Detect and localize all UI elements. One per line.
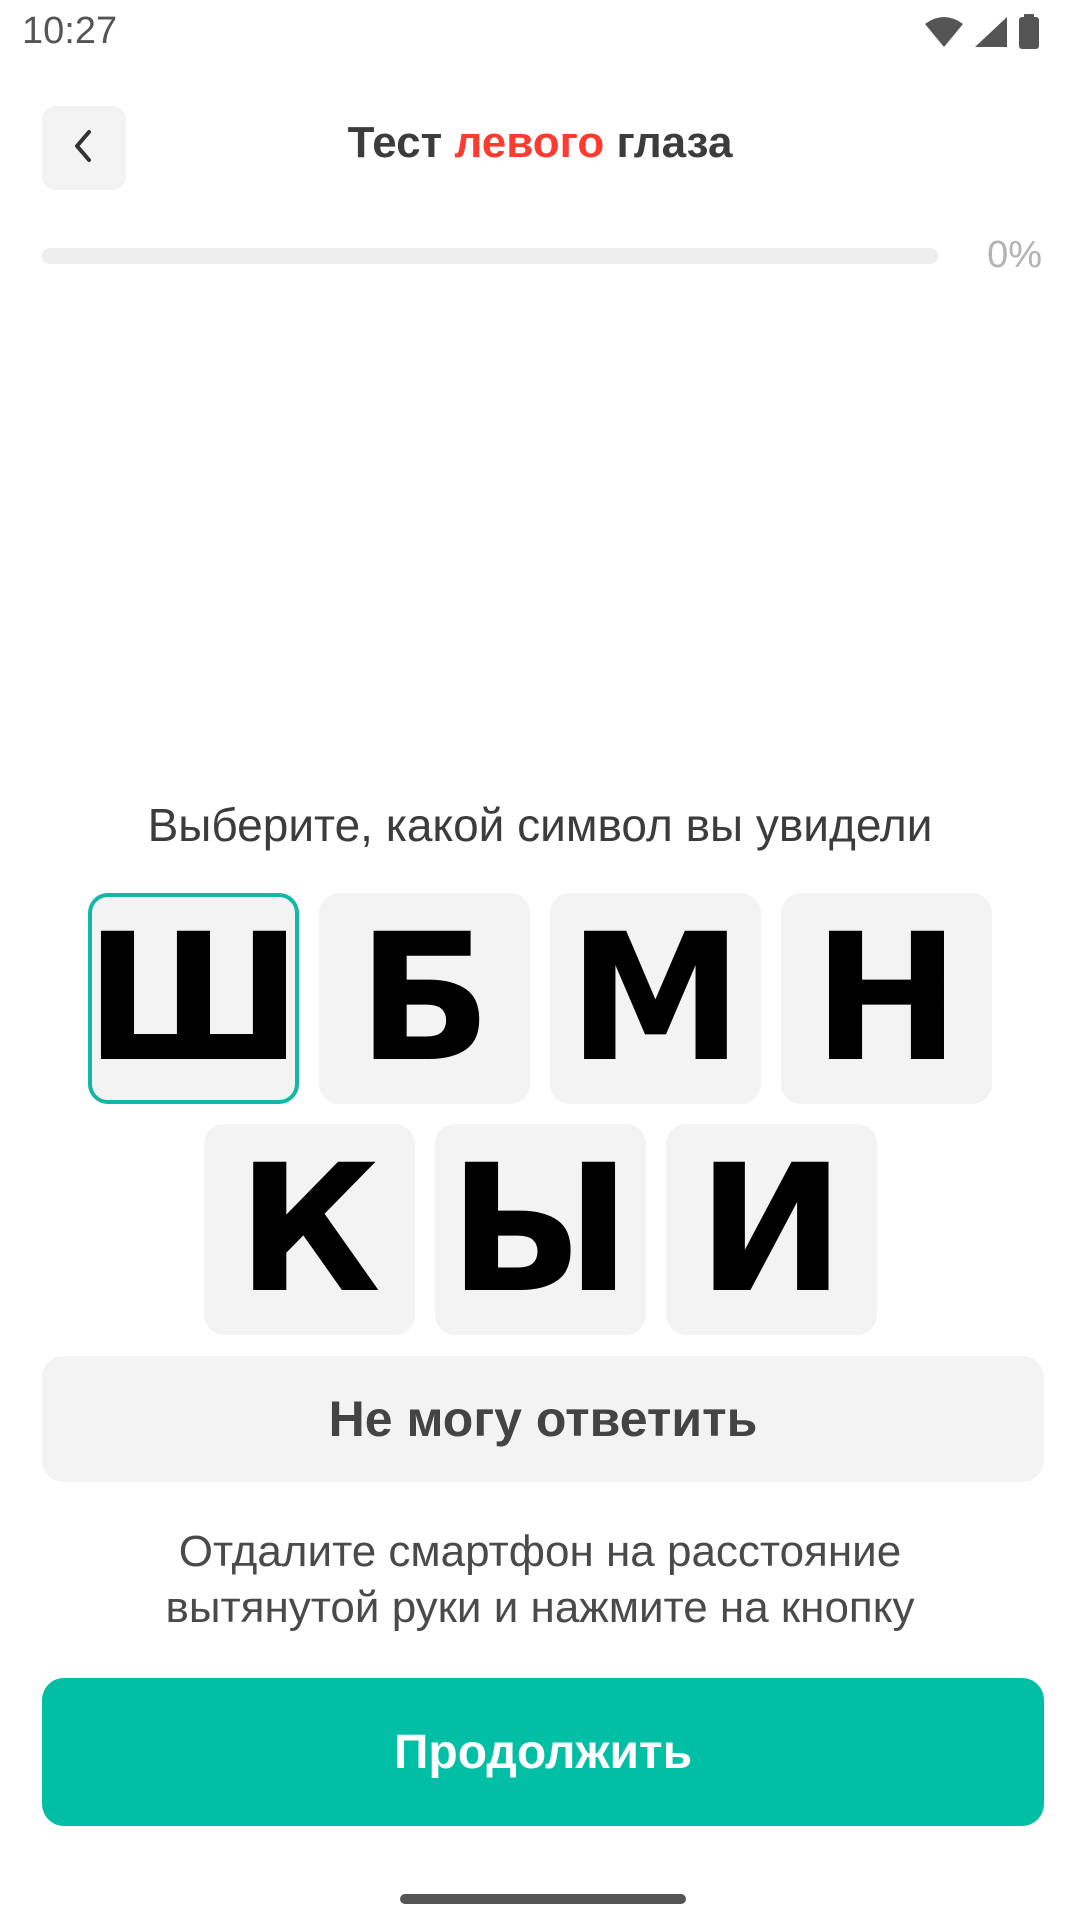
prompt-text: Выберите, какой символ вы увидели [147, 799, 933, 851]
title-prefix: Тест [347, 118, 443, 167]
title-suffix: глаза [616, 118, 733, 167]
distance-hint: Отдалите смартфон на расстояние вытянуто… [60, 1524, 1020, 1636]
chevron-left-icon [69, 128, 99, 169]
battery-icon [1018, 14, 1040, 50]
symbol-row-2: К Ы И [0, 1124, 1080, 1335]
cellular-signal-icon [974, 16, 1008, 48]
home-indicator[interactable] [400, 1894, 686, 1904]
symbol-option[interactable]: И [665, 1124, 877, 1335]
symbol-option[interactable]: Н [781, 893, 992, 1104]
title-accent-word: левого [454, 118, 605, 167]
wifi-icon [924, 16, 964, 48]
hint-line-1: Отдалите смартфон на расстояние [178, 1527, 902, 1576]
symbol-row-1: Ш Б М Н [0, 893, 1080, 1104]
symbol-option[interactable]: К [203, 1124, 415, 1335]
hint-line-2: вытянутой руки и нажмите на кнопку [165, 1583, 915, 1632]
symbol-option[interactable]: Ш [85, 893, 302, 1104]
status-bar: 10:27 [0, 0, 1080, 64]
status-icons [924, 12, 1040, 52]
symbol-option[interactable]: Б [319, 893, 530, 1104]
symbol-option[interactable]: Ы [434, 1124, 646, 1335]
symbol-option[interactable]: М [550, 893, 761, 1104]
back-button[interactable] [42, 106, 126, 190]
symbol-grid: Ш Б М Н К Ы И [0, 893, 1080, 1355]
progress-label: 0% [987, 234, 1042, 276]
page-title: Тест левого глаза [140, 118, 940, 168]
progress-bar [42, 248, 938, 264]
cant-answer-button[interactable]: Не могу ответить [42, 1356, 1044, 1482]
status-time: 10:27 [22, 10, 118, 52]
continue-button[interactable]: Продолжить [42, 1678, 1044, 1826]
